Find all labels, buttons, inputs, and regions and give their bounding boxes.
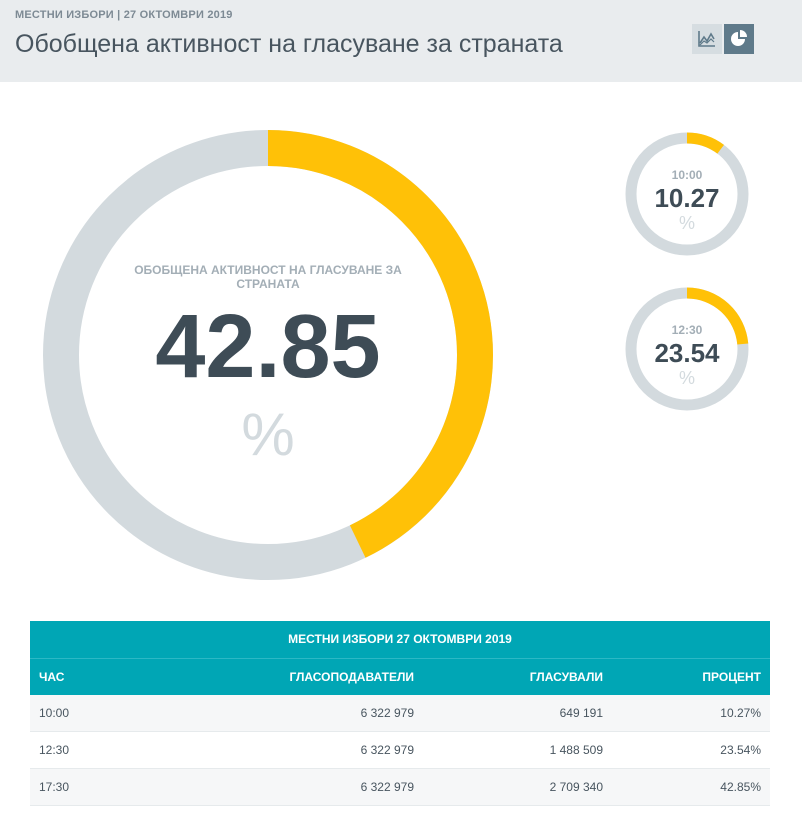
- main-gauge-value: 42.85: [155, 297, 381, 397]
- cell-percent: 10.27%: [720, 706, 761, 720]
- cell-hour: 17:30: [39, 780, 70, 794]
- column-header-hour: ЧАС: [39, 670, 65, 684]
- gauge-1230-time: 12:30: [671, 323, 703, 337]
- gauge-1230-unit: %: [678, 368, 695, 388]
- gauge-1000-value: 10.27: [654, 183, 720, 213]
- cell-voters: 6 322 979: [360, 706, 414, 720]
- gauge-1000: 10:00 10.27 %: [624, 131, 750, 257]
- line-chart-view-button[interactable]: [692, 24, 722, 54]
- column-header-voters: ГЛАСОПОДАВАТЕЛИ: [289, 670, 414, 684]
- gauge-1230-value: 23.54: [654, 338, 720, 368]
- cell-voters: 6 322 979: [360, 743, 414, 757]
- cell-hour: 10:00: [39, 706, 70, 720]
- gauge-1230: 12:30 23.54 %: [624, 286, 750, 412]
- gauge-1000-unit: %: [678, 213, 695, 233]
- line-chart-icon: [698, 31, 715, 47]
- cell-voted: 649 191: [559, 706, 603, 720]
- page-header: МЕСТНИ ИЗБОРИ | 27 ОКТОМВРИ 2019 Обобщен…: [0, 0, 802, 82]
- turnout-panel: ОБОБЩЕНА АКТИВНОСТ НА ГЛАСУВАНЕ ЗА СТРАН…: [0, 82, 802, 824]
- table-header-row: ЧАС ГЛАСОПОДАВАТЕЛИ ГЛАСУВАЛИ ПРОЦЕНТ: [30, 658, 770, 695]
- cell-percent: 23.54%: [720, 743, 761, 757]
- column-header-percent: ПРОЦЕНТ: [702, 670, 761, 684]
- table-row: 17:30 6 322 979 2 709 340 42.85%: [30, 769, 770, 806]
- main-turnout-gauge: ОБОБЩЕНА АКТИВНОСТ НА ГЛАСУВАНЕ ЗА СТРАН…: [43, 130, 493, 580]
- gauge-1000-time: 10:00: [671, 168, 703, 182]
- column-header-voted: ГЛАСУВАЛИ: [529, 670, 603, 684]
- pie-chart-view-button[interactable]: [724, 24, 754, 54]
- table-row: 12:30 6 322 979 1 488 509 23.54%: [30, 732, 770, 769]
- cell-voted: 2 709 340: [549, 780, 603, 794]
- pie-chart-icon: [731, 30, 747, 46]
- breadcrumb: МЕСТНИ ИЗБОРИ | 27 ОКТОМВРИ 2019: [15, 9, 233, 21]
- turnout-table: МЕСТНИ ИЗБОРИ 27 ОКТОМВРИ 2019 ЧАС ГЛАСО…: [30, 621, 770, 806]
- table-row: 10:00 6 322 979 649 191 10.27%: [30, 695, 770, 732]
- main-gauge-unit: %: [241, 401, 295, 468]
- table-caption: МЕСТНИ ИЗБОРИ 27 ОКТОМВРИ 2019: [30, 621, 770, 658]
- cell-hour: 12:30: [39, 743, 70, 757]
- cell-percent: 42.85%: [720, 780, 761, 794]
- cell-voted: 1 488 509: [549, 743, 603, 757]
- cell-voters: 6 322 979: [360, 780, 414, 794]
- main-gauge-label: ОБОБЩЕНА АКТИВНОСТ НА ГЛАСУВАНЕ ЗА СТРАН…: [134, 263, 402, 291]
- page-title: Обобщена активност на гласуване за стран…: [15, 30, 563, 58]
